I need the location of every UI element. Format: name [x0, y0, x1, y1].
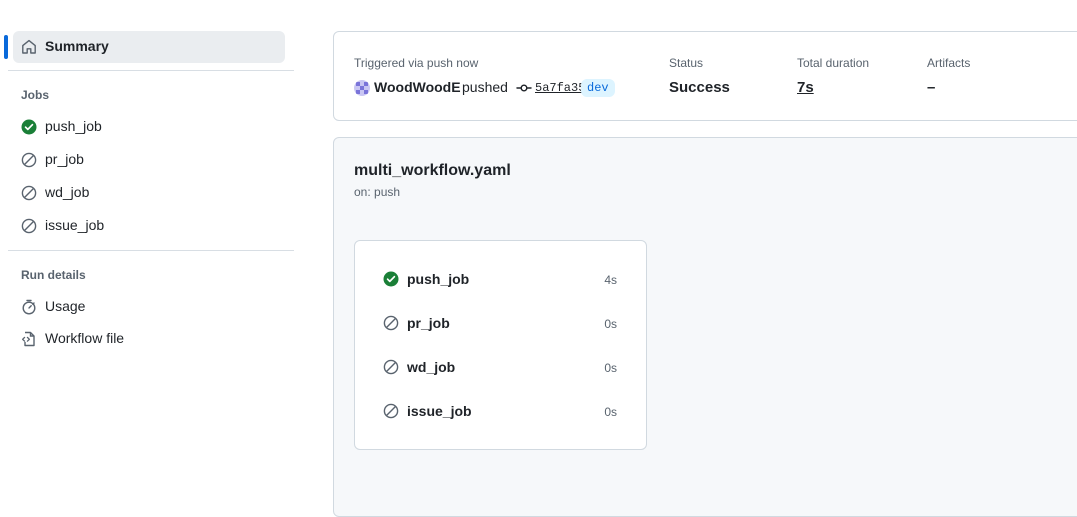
commit-sha-link[interactable]: 5a7fa35: [535, 81, 585, 95]
file-code-icon: [21, 331, 37, 347]
branch-badge[interactable]: dev: [581, 79, 615, 97]
sidebar-item-label: push_job: [45, 118, 102, 134]
sidebar-item-label: Workflow file: [45, 330, 125, 346]
job-duration: 4s: [604, 273, 617, 287]
sidebar-item-issue-job[interactable]: issue_job: [13, 210, 285, 242]
job-duration: 0s: [604, 317, 617, 331]
sidebar-divider: [8, 70, 294, 71]
workflow-title: multi_workflow.yaml: [354, 162, 511, 179]
artifacts-label: Artifacts: [927, 56, 971, 70]
artifacts-value: –: [927, 79, 936, 96]
sidebar-item-label: Summary: [45, 38, 109, 54]
job-row-pr-job[interactable]: pr_job 0s: [375, 309, 625, 337]
avatar[interactable]: [354, 80, 370, 96]
workflow-graph-area: multi_workflow.yaml on: push push_job 4s…: [333, 137, 1077, 517]
job-name: issue_job: [407, 403, 472, 419]
job-duration: 0s: [604, 361, 617, 375]
stopwatch-icon: [21, 299, 37, 315]
sidebar-item-workflow-file[interactable]: Workflow file: [13, 323, 285, 355]
git-commit-icon: [516, 80, 532, 96]
sidebar-item-summary[interactable]: Summary: [13, 31, 285, 63]
duration-value-link[interactable]: 7s: [797, 79, 814, 96]
sidebar: Summary Jobs push_job pr_job wd_job issu…: [0, 0, 300, 502]
skip-icon: [21, 152, 37, 168]
job-name: pr_job: [407, 315, 450, 331]
skip-icon: [383, 403, 399, 419]
job-duration: 0s: [604, 405, 617, 419]
actor-name[interactable]: WoodWoodE: [374, 79, 461, 95]
sidebar-item-push-job[interactable]: push_job: [13, 111, 285, 143]
run-details-section-title: Run details: [21, 268, 86, 282]
sidebar-item-label: pr_job: [45, 151, 84, 167]
skip-icon: [383, 315, 399, 331]
sidebar-item-label: issue_job: [45, 217, 105, 233]
active-indicator: [4, 35, 8, 59]
job-row-push-job[interactable]: push_job 4s: [375, 265, 625, 293]
run-summary-card: Triggered via push now WoodWoodE pushed …: [333, 31, 1077, 121]
jobs-card: push_job 4s pr_job 0s wd_job 0s issue_jo…: [354, 240, 647, 450]
workflow-trigger: on: push: [354, 185, 401, 199]
sidebar-item-label: Usage: [45, 298, 86, 314]
jobs-section-title: Jobs: [21, 88, 50, 102]
skip-icon: [21, 185, 37, 201]
job-row-issue-job[interactable]: issue_job 0s: [375, 397, 625, 425]
job-row-wd-job[interactable]: wd_job 0s: [375, 353, 625, 381]
check-circle-fill-icon: [21, 119, 37, 135]
actor-action: pushed: [462, 79, 508, 95]
duration-label: Total duration: [797, 56, 870, 70]
sidebar-item-wd-job[interactable]: wd_job: [13, 177, 285, 209]
job-name: wd_job: [407, 359, 456, 375]
check-circle-fill-icon: [383, 271, 399, 287]
home-icon: [21, 39, 37, 55]
sidebar-item-usage[interactable]: Usage: [13, 291, 285, 323]
sidebar-item-pr-job[interactable]: pr_job: [13, 144, 285, 176]
job-name: push_job: [407, 271, 470, 287]
status-value: Success: [669, 79, 730, 96]
skip-icon: [21, 218, 37, 234]
trigger-label: Triggered via push now: [354, 56, 479, 70]
sidebar-divider: [8, 250, 294, 251]
skip-icon: [383, 359, 399, 375]
status-label: Status: [669, 56, 704, 70]
sidebar-item-label: wd_job: [45, 184, 90, 200]
